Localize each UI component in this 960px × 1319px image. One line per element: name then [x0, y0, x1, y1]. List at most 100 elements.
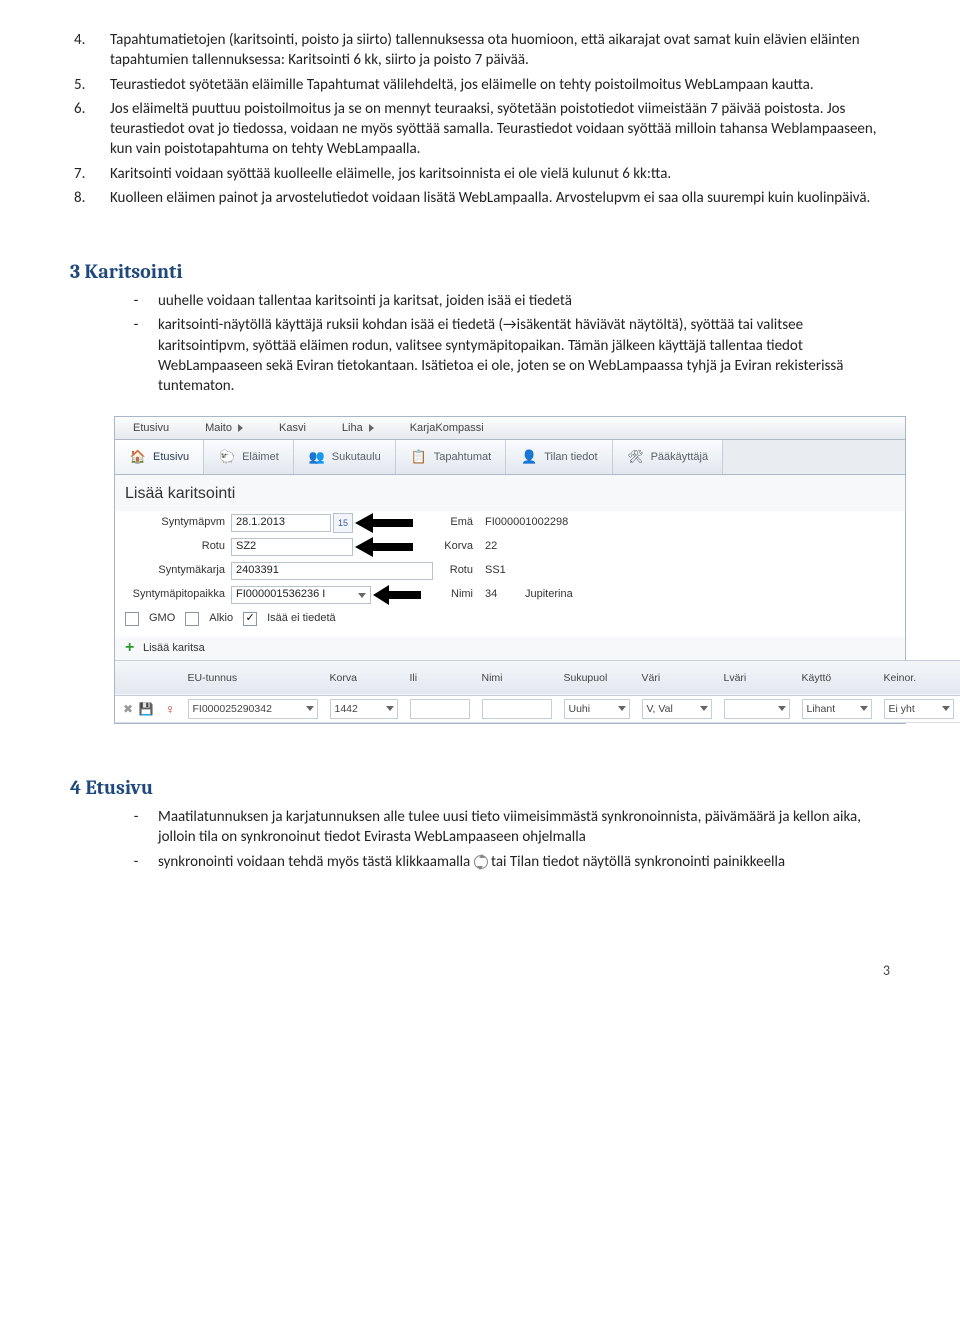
item-text: synkronointi voidaan tehdä myös tästä kl…: [158, 852, 890, 872]
heading-karitsointi: 3 Karitsointi: [70, 258, 890, 285]
th-kaytto[interactable]: Käyttö: [796, 660, 878, 695]
item-text: Jos eläimeltä puuttuu poistoilmoitus ja …: [110, 99, 890, 160]
cell-vari[interactable]: V, Val: [642, 699, 712, 719]
delete-row-icon[interactable]: ✖: [121, 702, 135, 716]
label-syntymapvm: Syntymäpvm: [125, 515, 231, 530]
add-karitsa-button[interactable]: + Lisää karitsa: [115, 637, 905, 660]
topnav-karjakompassi[interactable]: KarjaKompassi: [392, 417, 502, 439]
item-text: Maatilatunnuksen ja karjatunnuksen alle …: [158, 807, 890, 848]
label-korva: Korva: [433, 539, 479, 554]
label-isaa: Isää ei tiedetä: [267, 611, 336, 626]
list-item: 5. Teurastiedot syötetään eläimille Tapa…: [70, 75, 890, 95]
form-body: Syntymäpvm 28.1.2013 15 Emä FI0000010022…: [115, 511, 905, 637]
tab-paakayttaja[interactable]: 🛠Pääkäyttäjä: [613, 440, 723, 474]
tab-bar: 🏠 Etusivu 🐑 Eläimet 👥Sukutaulu 📋 Tapahtumat…: [115, 440, 905, 475]
select-value: FI000001536236 I: [236, 587, 325, 602]
th-vari[interactable]: Väri: [636, 660, 718, 695]
label-rotu2: Rotu: [433, 563, 479, 578]
farm-icon: 👤: [520, 448, 538, 466]
item-number: 4.: [70, 30, 110, 71]
tab-label: Eläimet: [242, 450, 279, 465]
calendar-icon[interactable]: 15: [333, 513, 353, 533]
annotation-arrow: [353, 514, 433, 532]
item-text: Kuolleen eläimen painot ja arvostelutied…: [110, 188, 890, 208]
input-rotu[interactable]: SZ2: [231, 538, 353, 556]
th-lvari[interactable]: Lväri: [718, 660, 796, 695]
cell-kaytto[interactable]: Lihant: [802, 699, 872, 719]
th-sukupuoli[interactable]: Sukupuol: [558, 660, 636, 695]
label-alkio: Alkio: [209, 611, 233, 626]
th-keinor[interactable]: Keinor.: [878, 660, 960, 695]
list-item: - uuhelle voidaan tallentaa karitsointi …: [114, 291, 890, 311]
label-nimi: Nimi: [433, 587, 479, 602]
select-syntymapitopaikka[interactable]: FI000001536236 I: [231, 586, 371, 604]
input-syntymakarja[interactable]: 2403391: [231, 562, 433, 580]
topnav-liha[interactable]: Liha: [324, 417, 392, 439]
th-ili[interactable]: Ili: [404, 660, 476, 695]
item-text: Tapahtumatietojen (karitsointi, poisto j…: [110, 30, 890, 71]
topnav-kasvi[interactable]: Kasvi: [261, 417, 324, 439]
app-screenshot: Etusivu Maito Kasvi Liha KarjaKompassi 🏠…: [114, 416, 906, 724]
tab-sukutaulu[interactable]: 👥Sukutaulu: [294, 440, 396, 474]
annotation-arrow: [353, 538, 433, 556]
table-row: ✖💾 ♀ FI000025290342 1442 Uuhi V, Val Lih…: [115, 696, 960, 723]
sync-icon[interactable]: [474, 855, 488, 869]
home-icon: 🏠: [129, 448, 147, 466]
save-row-icon[interactable]: 💾: [139, 702, 153, 716]
input-syntymapvm[interactable]: 28.1.2013: [231, 514, 331, 532]
nav-label: Etusivu: [133, 421, 169, 436]
topnav-etusivu[interactable]: Etusivu: [115, 417, 187, 439]
text-part: tai Tilan tiedot näytöllä synkronointi p…: [488, 853, 786, 871]
chevron-right-icon: [369, 424, 374, 432]
clipboard-icon: 📋: [410, 448, 428, 466]
list-item: 6. Jos eläimeltä puuttuu poistoilmoitus …: [70, 99, 890, 160]
pedigree-icon: 👥: [308, 448, 326, 466]
checkbox-gmo[interactable]: [125, 612, 139, 626]
dash-list: - uuhelle voidaan tallentaa karitsointi …: [114, 291, 890, 396]
value-nimi: 34: [479, 587, 515, 602]
cal-text: 15: [338, 517, 348, 529]
th-nimi[interactable]: Nimi: [476, 660, 558, 695]
tab-label: Etusivu: [153, 450, 189, 465]
cell-nimi[interactable]: [482, 699, 552, 719]
tab-label: Tapahtumat: [434, 450, 491, 465]
label-ema: Emä: [433, 515, 479, 530]
label-rotu: Rotu: [125, 539, 231, 554]
cell-korva[interactable]: 1442: [330, 699, 398, 719]
th-eu[interactable]: EU-tunnus: [182, 660, 324, 695]
cell-value: V, Val: [647, 702, 673, 716]
cell-value: FI000025290342: [193, 702, 272, 716]
tab-tapahtumat[interactable]: 📋 Tapahtumat: [396, 440, 506, 474]
tab-etusivu[interactable]: 🏠 Etusivu: [115, 440, 204, 474]
cell-value: Lihant: [807, 702, 836, 716]
cell-sukupuoli[interactable]: Uuhi: [564, 699, 630, 719]
item-number: 6.: [70, 99, 110, 160]
list-item: 4. Tapahtumatietojen (karitsointi, poist…: [70, 30, 890, 71]
cell-eu[interactable]: FI000025290342: [188, 699, 318, 719]
topnav-maito[interactable]: Maito: [187, 417, 261, 439]
numbered-list: 4. Tapahtumatietojen (karitsointi, poist…: [70, 30, 890, 208]
th-korva[interactable]: Korva: [324, 660, 404, 695]
cell-lvari[interactable]: [724, 699, 790, 719]
cell-value: Uuhi: [569, 702, 591, 716]
dash-icon: -: [114, 807, 158, 848]
cell-keinor[interactable]: Ei yht: [884, 699, 954, 719]
label-gmo: GMO: [149, 611, 175, 626]
text-part: synkronointi voidaan tehdä myös tästä kl…: [158, 853, 474, 871]
item-text: Teurastiedot syötetään eläimille Tapahtu…: [110, 75, 890, 95]
sheep-icon: 🐑: [218, 448, 236, 466]
item-number: 7.: [70, 164, 110, 184]
page-number: 3: [70, 962, 890, 981]
value-nimi2: Jupiterina: [515, 587, 573, 602]
value-korva: 22: [479, 539, 497, 554]
value-ema: FI000001002298: [479, 515, 568, 530]
tab-tilan-tiedot[interactable]: 👤Tilan tiedot: [506, 440, 612, 474]
label-syntymapitopaikka: Syntymäpitopaikka: [125, 587, 231, 602]
input-value: SZ2: [236, 539, 256, 554]
chevron-right-icon: [238, 424, 243, 432]
checkbox-isaa-ei-tiedeta[interactable]: [243, 612, 257, 626]
cell-ili[interactable]: [410, 699, 470, 719]
value-rotu2: SS1: [479, 563, 506, 578]
checkbox-alkio[interactable]: [185, 612, 199, 626]
tab-elaimet[interactable]: 🐑 Eläimet: [204, 440, 294, 474]
